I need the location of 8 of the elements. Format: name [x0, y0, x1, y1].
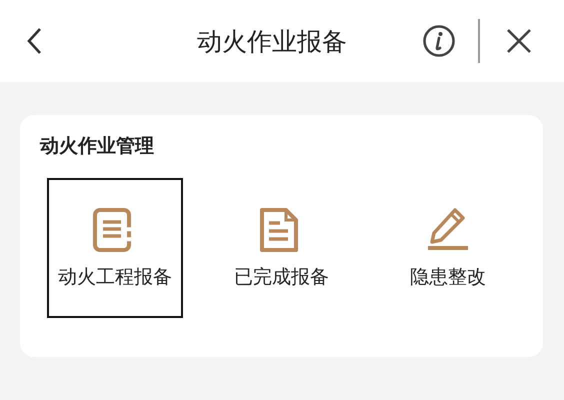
section-title: 动火作业管理 — [40, 134, 155, 159]
page-title: 动火作业报备 — [196, 26, 348, 58]
menu-item[interactable]: 动火工程报备 — [47, 178, 184, 318]
menu-item[interactable]: 隐患整改 — [380, 178, 516, 318]
close-icon[interactable] — [506, 28, 532, 54]
back-icon[interactable] — [26, 27, 42, 55]
menu-item[interactable]: 已完成报备 — [213, 178, 350, 318]
info-icon[interactable] — [422, 24, 456, 58]
